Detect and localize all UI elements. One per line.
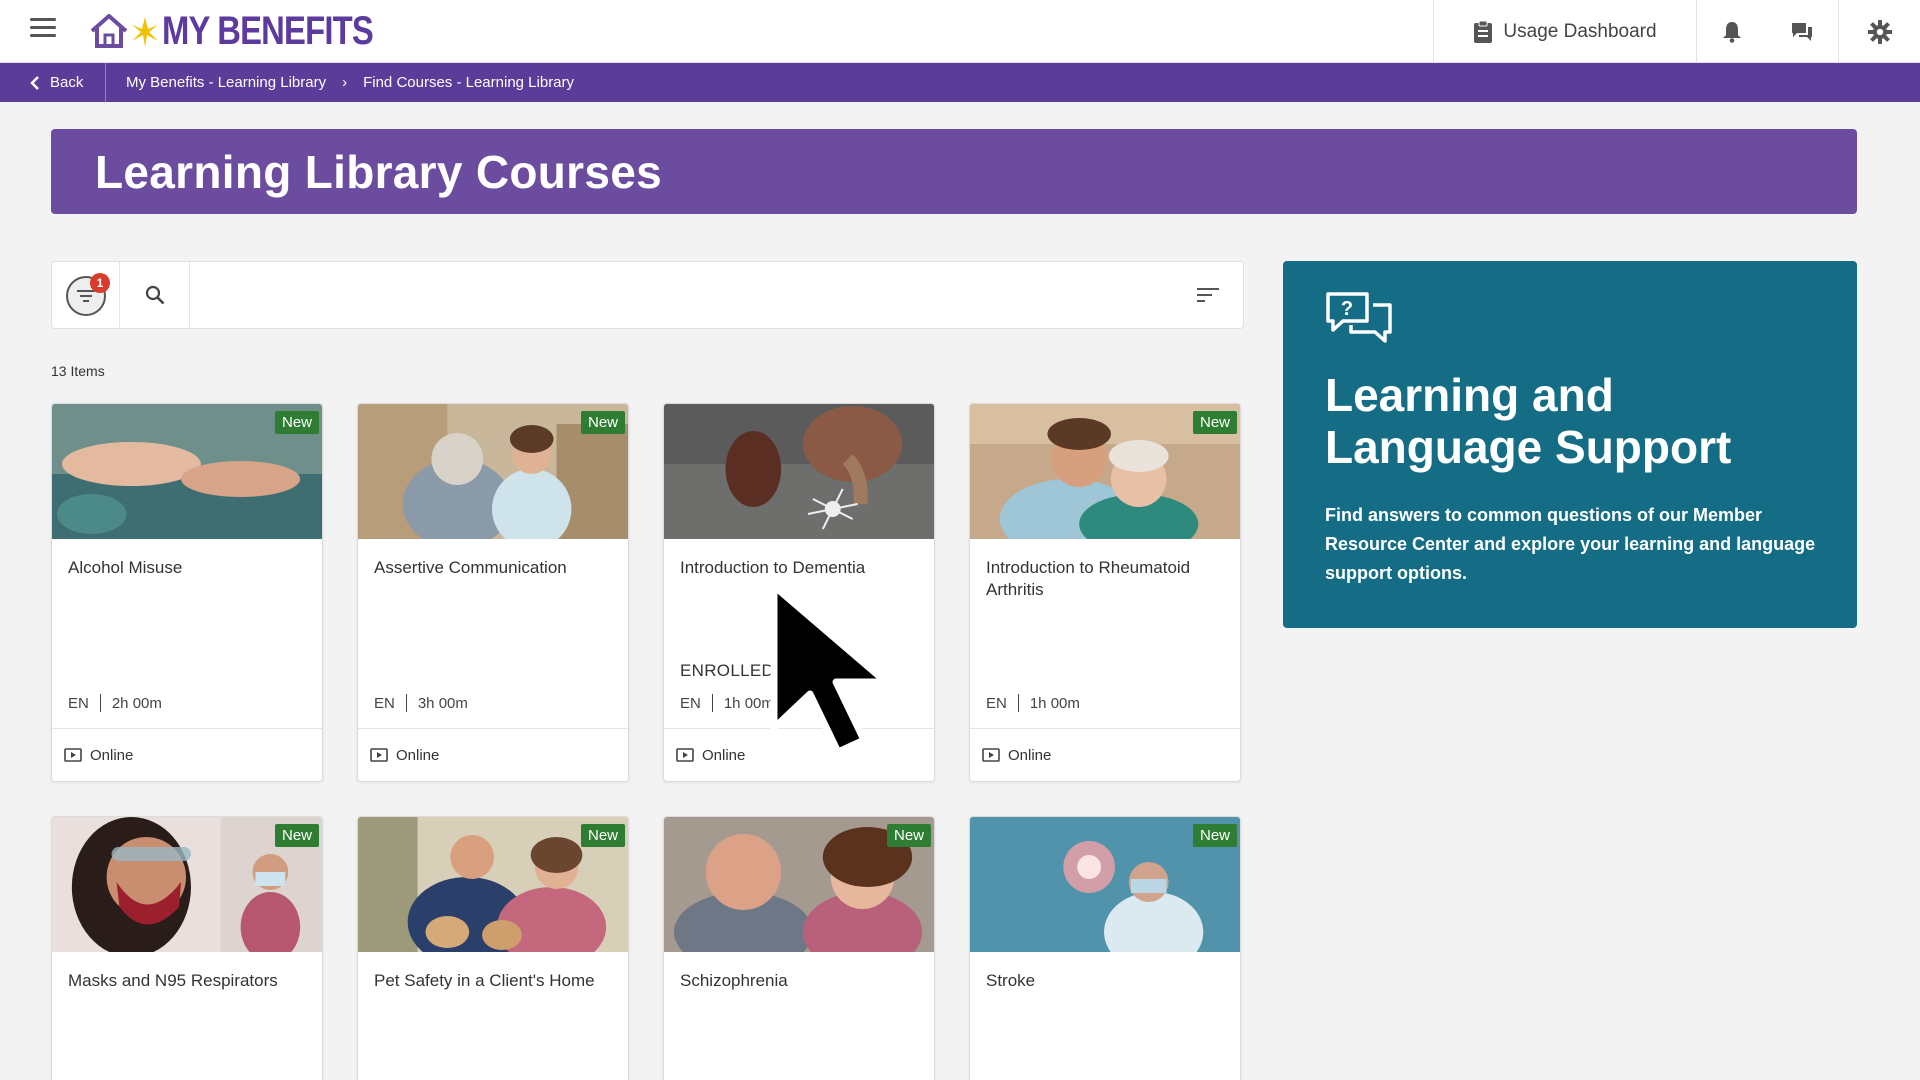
course-title: Alcohol Misuse — [68, 558, 183, 577]
course-meta: EN 2h 00m — [68, 694, 162, 712]
course-language: EN — [986, 694, 1007, 712]
course-language: EN — [374, 694, 395, 712]
course-duration: 2h 00m — [111, 694, 162, 712]
course-meta: EN 1h 00m — [986, 694, 1080, 712]
course-title: Masks and N95 Respirators — [68, 971, 278, 990]
online-video-icon — [982, 748, 1000, 762]
breadcrumb-item-learning-library[interactable]: My Benefits - Learning Library — [126, 74, 326, 91]
course-image — [664, 404, 934, 539]
new-badge: New — [274, 824, 319, 847]
enrolled-status: ENROLLED — [680, 661, 775, 680]
new-badge: New — [1192, 411, 1237, 434]
course-language: EN — [680, 694, 701, 712]
new-badge: New — [580, 824, 625, 847]
course-delivery: Online — [664, 728, 934, 781]
course-meta: EN 3h 00m — [374, 694, 468, 712]
course-delivery: Online — [970, 728, 1240, 781]
sort-icon[interactable] — [1197, 286, 1219, 304]
course-card[interactable]: Introduction to Dementia ENROLLED EN 1h … — [663, 403, 935, 782]
online-video-icon — [676, 748, 694, 762]
course-duration: 3h 00m — [417, 694, 468, 712]
course-card[interactable]: New Alcohol Misuse EN 2h 00m Online — [51, 403, 323, 782]
back-label: Back — [50, 74, 84, 91]
course-card[interactable]: New Assertive Communication EN 3h 00m On… — [357, 403, 629, 782]
online-video-icon — [64, 748, 82, 762]
course-title: Assertive Communication — [374, 558, 567, 577]
page-title: Learning Library Courses — [95, 146, 663, 198]
course-title: Introduction to Dementia — [680, 558, 866, 577]
menu-icon[interactable] — [30, 18, 56, 40]
support-title: Learning and Language Support — [1325, 369, 1732, 473]
course-card[interactable]: New Schizophrenia — [663, 816, 935, 1080]
course-meta: EN 1h 00m — [680, 694, 774, 712]
course-title: Stroke — [986, 971, 1036, 990]
logo[interactable]: MY BENEFITS — [88, 6, 419, 56]
course-title: Schizophrenia — [680, 971, 788, 990]
new-badge: New — [274, 411, 319, 434]
new-badge: New — [886, 824, 931, 847]
usage-dashboard-button[interactable]: Usage Dashboard — [1433, 0, 1696, 63]
help-chat-icon: ? — [1326, 292, 1392, 343]
sun-icon — [132, 17, 158, 47]
top-bar: MY BENEFITS Usage Dashboard — [0, 0, 1920, 63]
page-banner: Learning Library Courses — [51, 129, 1857, 214]
bell-icon[interactable] — [1722, 21, 1742, 43]
course-title: Introduction to Rheumatoid Arthritis — [986, 558, 1191, 599]
course-card[interactable]: New Masks and N95 Respirators — [51, 816, 323, 1080]
search-icon — [145, 285, 164, 305]
breadcrumb-item-find-courses[interactable]: Find Courses - Learning Library — [363, 74, 574, 91]
course-title: Pet Safety in a Client's Home — [374, 971, 595, 990]
home-icon — [90, 14, 128, 48]
usage-dashboard-label: Usage Dashboard — [1503, 20, 1657, 42]
course-mode: Online — [1008, 746, 1052, 764]
course-mode: Online — [90, 746, 134, 764]
course-mode: Online — [396, 746, 440, 764]
search-input[interactable] — [192, 268, 1182, 322]
course-duration: 1h 00m — [1029, 694, 1080, 712]
course-delivery: Online — [52, 728, 322, 781]
gear-icon[interactable] — [1867, 19, 1892, 44]
breadcrumb: Back My Benefits - Learning Library › Fi… — [0, 63, 1920, 102]
search-button[interactable] — [120, 262, 190, 328]
course-card[interactable]: New Stroke — [969, 816, 1241, 1080]
course-card[interactable]: New Pet Safety in a Client's Home — [357, 816, 629, 1080]
chevron-right-icon: › — [342, 74, 348, 91]
chevron-left-icon — [30, 75, 39, 90]
search-bar: 1 — [51, 261, 1244, 329]
course-duration: 1h 00m — [723, 694, 774, 712]
course-card[interactable]: New Introduction to Rheumatoid Arthritis… — [969, 403, 1241, 782]
clipboard-icon — [1474, 20, 1493, 43]
support-description: Find answers to common questions of our … — [1325, 505, 1816, 583]
new-badge: New — [1192, 824, 1237, 847]
results-count: 13 Items — [51, 363, 105, 379]
online-video-icon — [370, 748, 388, 762]
course-delivery: Online — [358, 728, 628, 781]
filter-count-badge: 1 — [90, 273, 110, 293]
svg-text:?: ? — [1341, 298, 1353, 320]
new-badge: New — [580, 411, 625, 434]
chat-icon[interactable] — [1791, 22, 1813, 42]
course-language: EN — [68, 694, 89, 712]
brand-name: MY BENEFITS — [162, 8, 374, 53]
back-button[interactable]: Back — [0, 63, 106, 102]
course-mode: Online — [702, 746, 746, 764]
language-support-panel[interactable]: ? Learning and Language Support Find ans… — [1283, 261, 1857, 628]
